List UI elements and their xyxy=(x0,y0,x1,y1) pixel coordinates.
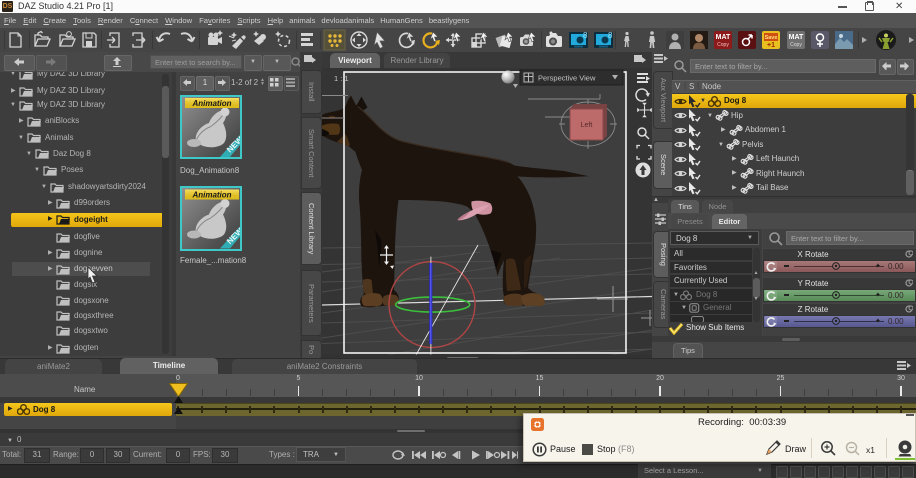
svg-text:1 : 1: 1 : 1 xyxy=(334,74,349,83)
svg-text:+1: +1 xyxy=(767,42,775,49)
svg-text:Left: Left xyxy=(581,122,593,129)
svg-text:MAT: MAT xyxy=(716,34,731,41)
svg-text:Copy: Copy xyxy=(790,42,802,48)
svg-text:Animation: Animation xyxy=(191,191,231,200)
svg-text:8: 8 xyxy=(583,31,588,40)
svg-text:NEW: NEW xyxy=(225,226,240,246)
svg-text:Save: Save xyxy=(765,35,778,41)
svg-text:Perspective View: Perspective View xyxy=(538,74,596,83)
svg-text:Copy: Copy xyxy=(717,42,729,48)
svg-text:8: 8 xyxy=(608,31,613,40)
svg-text:Animation: Animation xyxy=(191,99,231,108)
svg-text:NEW: NEW xyxy=(225,135,240,155)
svg-text:MAT: MAT xyxy=(789,34,804,41)
